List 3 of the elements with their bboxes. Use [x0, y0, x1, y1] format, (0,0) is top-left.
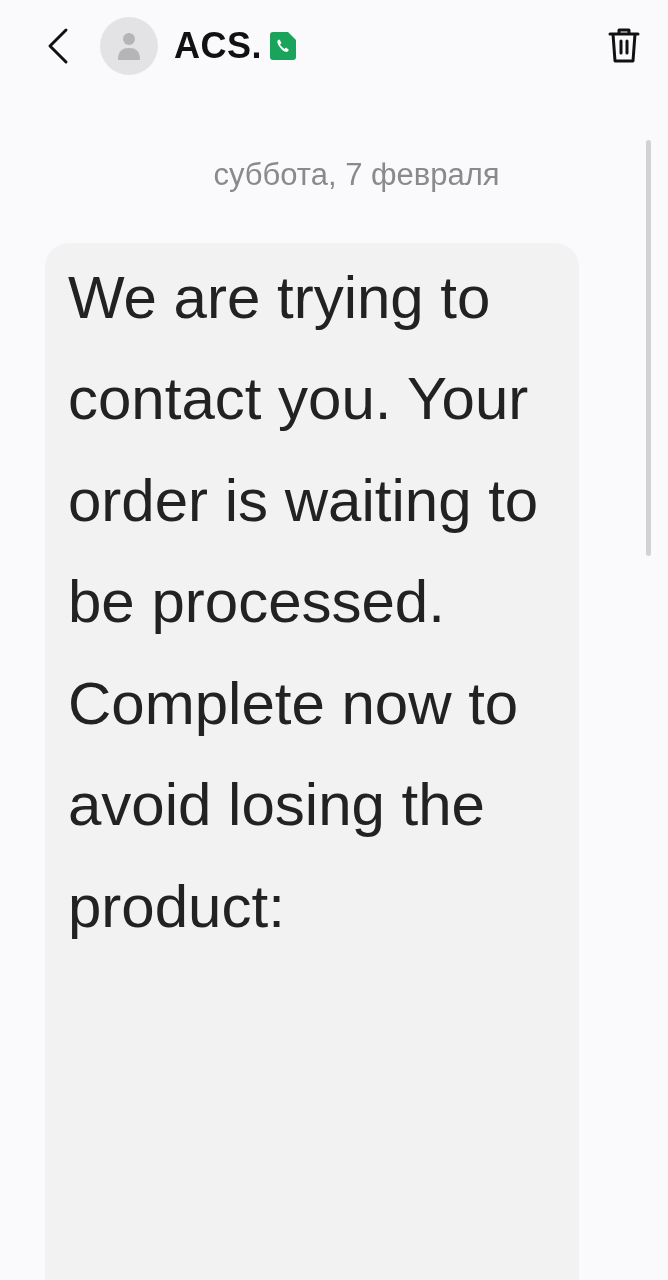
- date-separator: суббота, 7 февраля: [212, 156, 501, 194]
- contact-name: ACS.: [174, 24, 262, 68]
- message-text: We are trying to contact you. Your order is waiting to be processed. Complete now to avoid losing the product:: [68, 262, 540, 942]
